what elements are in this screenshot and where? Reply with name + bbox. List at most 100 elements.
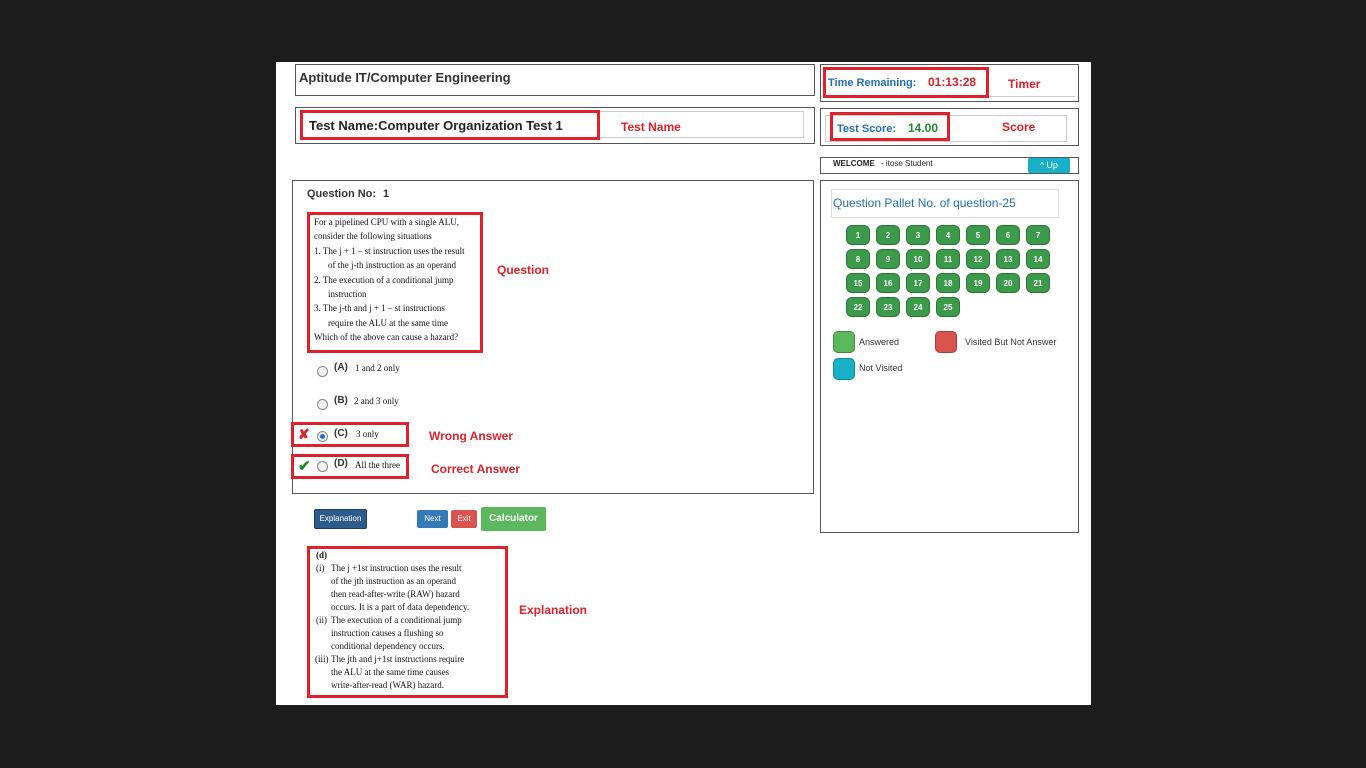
explanation-line: then read-after-write (RAW) hazard <box>331 589 460 599</box>
question-line: For a pipelined CPU with a single ALU, <box>314 217 459 227</box>
question-line: require the ALU at the same time <box>328 318 448 328</box>
up-button-label: Up <box>1046 160 1058 170</box>
pallet-question-19[interactable]: 19 <box>966 273 990 293</box>
question-line: instruction <box>328 289 367 299</box>
not-visited-swatch <box>833 358 855 380</box>
visited-legend: Visited But Not Answer <box>965 337 1057 347</box>
pallet-question-9[interactable]: 9 <box>876 249 900 269</box>
test-name: Test Name:Computer Organization Test 1 <box>309 118 563 133</box>
score-annotation: Score <box>1002 120 1036 134</box>
explanation-line: conditional dependency occurs. <box>331 641 445 651</box>
explanation-line: occurs. It is a part of data dependency. <box>331 602 470 612</box>
not-visited-legend: Not Visited <box>859 363 903 373</box>
cross-icon: ✘ <box>298 426 310 442</box>
welcome-bar: WELCOME - itose Student ^ Up <box>820 157 1079 174</box>
explanation-line: (iii) <box>315 654 329 664</box>
option-c-radio[interactable] <box>317 431 328 442</box>
pallet-question-14[interactable]: 14 <box>1026 249 1050 269</box>
explanation-line: the ALU at the same time causes <box>331 667 449 677</box>
welcome-prefix: WELCOME <box>833 159 875 168</box>
pallet-question-10[interactable]: 10 <box>906 249 930 269</box>
explanation-line: (i) <box>316 563 325 573</box>
question-line: Which of the above can cause a hazard? <box>314 332 459 342</box>
option-a-letter: (A) <box>334 362 348 373</box>
explanation-button[interactable]: Explanation <box>314 509 367 529</box>
next-button[interactable]: Next <box>417 510 448 528</box>
pallet-question-1[interactable]: 1 <box>846 225 870 245</box>
course-title: Aptitude IT/Computer Engineering <box>299 70 511 85</box>
chevron-up-icon: ^ <box>1040 161 1044 170</box>
visited-swatch <box>935 331 957 353</box>
test-page: Aptitude IT/Computer Engineering Test Na… <box>276 62 1091 705</box>
test-name-annotation: Test Name <box>621 120 681 134</box>
question-line: 1. The j + 1 – st instruction uses the r… <box>314 246 465 256</box>
question-annotation: Question <box>497 263 550 277</box>
explanation-line: write-after-read (WAR) hazard. <box>331 680 445 690</box>
option-a-radio[interactable] <box>317 366 328 377</box>
pallet-question-13[interactable]: 13 <box>996 249 1020 269</box>
check-icon: ✔ <box>298 458 311 475</box>
timer-label: Time Remaining: <box>828 77 917 89</box>
explanation-line: of the jth instruction as an operand <box>331 576 456 586</box>
exit-button[interactable]: Exit <box>451 510 477 528</box>
pallet-question-17[interactable]: 17 <box>906 273 930 293</box>
timer-highlight: Time Remaining: 01:13:28 <box>823 67 989 98</box>
timer-value: 01:13:28 <box>928 75 977 89</box>
explanation-highlight: (d) (i) The j +1st instruction uses the … <box>307 546 508 698</box>
option-d-letter: (D) <box>334 458 348 469</box>
pallet-grid: 1 2 3 4 5 6 7 8 9 10 11 12 13 14 15 16 17 18 19 20 21 22 23 24 2… <box>846 225 1056 320</box>
test-name-highlight: Test Name:Computer Organization Test 1 <box>300 110 600 140</box>
option-d-text: All the three <box>355 460 400 470</box>
pallet-question-25[interactable]: 25 <box>936 297 960 317</box>
explanation-line: The execution of a conditional jump <box>331 615 462 625</box>
pallet-question-11[interactable]: 11 <box>936 249 960 269</box>
pallet-question-21[interactable]: 21 <box>1026 273 1050 293</box>
pallet-question-7[interactable]: 7 <box>1026 225 1050 245</box>
explanation-line: (ii) <box>316 615 327 625</box>
explanation-line: (d) <box>316 550 327 560</box>
pallet-question-4[interactable]: 4 <box>936 225 960 245</box>
up-button[interactable]: ^ Up <box>1028 158 1070 173</box>
pallet-question-12[interactable]: 12 <box>966 249 990 269</box>
answered-legend: Answered <box>859 337 900 347</box>
option-b-text: 2 and 3 only <box>354 396 399 406</box>
pallet-question-20[interactable]: 20 <box>996 273 1020 293</box>
question-number-label: Question No: <box>307 188 377 200</box>
score-value: 14.00 <box>908 121 939 135</box>
explanation-line: The j +1st instruction uses the result <box>331 563 462 573</box>
explanation-line: instruction causes a flushing so <box>331 628 444 638</box>
answered-swatch <box>833 331 855 353</box>
question-highlight: For a pipelined CPU with a single ALU, c… <box>307 212 483 353</box>
option-d-radio[interactable] <box>317 461 328 472</box>
pallet-question-8[interactable]: 8 <box>846 249 870 269</box>
question-number: 1 <box>383 188 390 200</box>
option-a-text: 1 and 2 only <box>355 363 400 373</box>
pallet-question-2[interactable]: 2 <box>876 225 900 245</box>
question-line: 2. The execution of a conditional jump <box>314 275 454 285</box>
wrong-answer-highlight: ✘ <box>291 422 409 447</box>
score-label: Test Score: <box>837 123 897 135</box>
pallet-question-5[interactable]: 5 <box>966 225 990 245</box>
pallet-title-box: Question Pallet No. of question-25 <box>831 189 1059 218</box>
question-line: of the j-th instruction as an operand <box>328 260 456 270</box>
question-line: consider the following situations <box>314 231 432 241</box>
pallet-question-15[interactable]: 15 <box>846 273 870 293</box>
calculator-button[interactable]: Calculator <box>481 507 546 531</box>
timer-annotation: Timer <box>1008 77 1041 91</box>
pallet-question-6[interactable]: 6 <box>996 225 1020 245</box>
score-highlight: Test Score: 14.00 <box>830 112 950 141</box>
pallet-question-18[interactable]: 18 <box>936 273 960 293</box>
pallet-title: Question Pallet No. of question-25 <box>833 196 1016 210</box>
course-title-box: Aptitude IT/Computer Engineering <box>295 64 815 96</box>
explanation-annotation: Explanation <box>519 603 588 617</box>
pallet-question-24[interactable]: 24 <box>906 297 930 317</box>
option-b-radio[interactable] <box>317 399 328 410</box>
pallet-question-16[interactable]: 16 <box>876 273 900 293</box>
correct-answer-annotation: Correct Answer <box>431 462 520 476</box>
question-line: 3. The j-th and j + 1 – st instructions <box>314 303 445 313</box>
pallet-question-22[interactable]: 22 <box>846 297 870 317</box>
welcome-user: - itose Student <box>881 159 933 168</box>
pallet-question-3[interactable]: 3 <box>906 225 930 245</box>
question-pallet-panel: Question Pallet No. of question-25 12345… <box>820 180 1079 533</box>
pallet-question-23[interactable]: 23 <box>876 297 900 317</box>
